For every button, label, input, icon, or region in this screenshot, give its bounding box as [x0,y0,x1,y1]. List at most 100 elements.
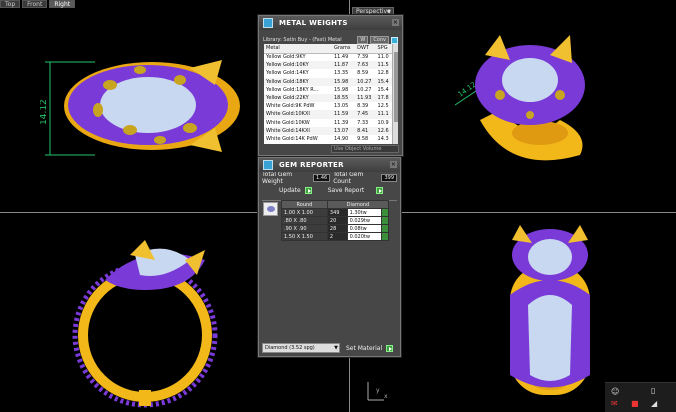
table-row[interactable]: White Gold:10KW 11.39 7.33 10.9 [264,119,392,127]
material-select-value: Diamond (3.52 spg) [265,345,315,351]
cell: .80 X .80 [281,216,328,225]
table-row[interactable]: White Gold:14KXI 13.07 8.41 12.6 [264,126,392,135]
col-grams[interactable]: Grams [331,44,356,54]
cell: 7.45 [355,110,376,119]
table-row[interactable]: .90 X .90 28 0.08tw [281,224,389,233]
cell: Yellow Gold:18KY [264,77,332,86]
axis-label-x: x [384,393,388,400]
table-row[interactable]: White Gold:9K PdW 13.05 8.39 12.5 [264,102,392,110]
table-row[interactable]: Yellow Gold:22KY 18.55 11.93 17.8 [264,93,392,103]
close-icon[interactable]: × [390,161,397,168]
cell: White Gold:10KXI [264,110,332,119]
table-row[interactable]: .80 X .80 20 0.029tw [281,216,389,225]
gem-reporter-titlebar[interactable]: GEM REPORTER × [259,158,400,172]
tab-front[interactable]: Front [22,0,48,8]
cell: 13.35 [333,70,349,77]
close-icon[interactable]: × [392,19,399,26]
metal-weights-titlebar[interactable]: METAL WEIGHTS × [259,16,402,30]
total-gem-count-value: 399 [381,174,397,182]
scrollbar-thumb[interactable] [394,52,398,122]
cell: White Gold:14KXI [264,126,332,135]
person-icon[interactable]: ☺ [611,387,619,396]
update-label: Update [279,186,301,194]
cell: 28 [326,224,348,233]
gem-shape-thumbnail[interactable] [263,202,278,216]
cell: 15.4 [375,77,392,86]
table-row[interactable]: 1.50 X 1.50 2 0.020tw [281,232,389,241]
ring-right-view[interactable] [490,225,610,405]
table-row[interactable]: 1.00 X 1.00 349 1.30tw [281,208,389,217]
gem-actions-row: Update Save Report [259,184,400,196]
table-row[interactable]: Yellow Gold:10KY 11.87 7.63 11.5 [264,61,392,70]
save-report-label: Save Report [327,186,365,194]
select-gem-button[interactable] [381,232,389,241]
table-row[interactable]: White Gold:10KXI 11.59 7.45 11.1 [264,110,392,119]
cell: 10.27 [357,86,372,93]
cell: 11.49 [333,54,349,61]
metal-weights-logo-icon [263,18,273,28]
cell: 7.33 [357,119,369,126]
material-select[interactable]: Diamond (3.52 spg) ▼ [262,343,340,353]
ring-perspective-view[interactable]: 14.12 [440,25,620,205]
use-object-volume-dropdown[interactable]: Use Object Volume [331,145,399,153]
cell: 8.39 [357,103,369,110]
axis-label-y: y [376,387,380,394]
cell: 10.9 [377,119,389,126]
material-row: Diamond (3.52 spg) ▼ Set Material [262,343,397,353]
cell: 0.020tw [346,232,383,241]
cell: 12.8 [377,70,389,77]
cell: 11.93 [355,93,376,103]
col-spg[interactable]: SPG [375,44,392,54]
table-row[interactable]: Yellow Gold:9KY 11.49 7.39 11.0 [264,53,392,61]
table-row[interactable]: Yellow Gold:14KY 13.35 8.59 12.8 [264,69,392,77]
mail-icon[interactable]: ✉ [611,399,618,408]
update-button[interactable] [304,186,312,194]
total-gem-weight-value: 1.46 [313,174,331,182]
library-label: Library: Satin Buy - (Fast) Metal [263,37,342,43]
cell: 1.50 X 1.50 [281,232,328,241]
ring-top-view[interactable]: 14.12 [40,40,240,165]
metal-weights-panel: METAL WEIGHTS × Library: Satin Buy - (Fa… [258,15,403,156]
notification-icon[interactable]: ■ [631,399,639,408]
tab-right[interactable]: Right [49,0,76,8]
info-icon[interactable] [391,36,398,44]
cell: 14.3 [377,135,389,142]
table-row[interactable]: White Gold:14K PdW 14.90 9.58 14.3 [264,135,392,143]
table-row[interactable]: Yellow Gold:18KY 15.98 10.27 15.4 [264,77,392,86]
table-row[interactable]: Yellow Gold:18KY R... 15.98 10.27 15.4 [264,86,392,94]
metal-weights-scrollbar[interactable] [392,44,398,144]
save-report-button[interactable] [376,186,384,194]
cell: 12.5 [377,103,389,110]
ring-front-view[interactable] [65,235,225,410]
tab-top[interactable]: Top [0,0,21,8]
cell: 8.41 [355,126,376,135]
cell: 15.4 [377,86,389,93]
col-metal[interactable]: Metal [264,44,332,54]
gem-table: Round Diamond 1.00 X 1.00 349 1.30tw .80 X… [281,200,390,241]
select-gem-button[interactable] [381,216,389,225]
cell: .90 X .90 [281,224,328,233]
col-diamond: Diamond [326,200,390,209]
cell: White Gold:10KW [266,119,310,126]
arrow-icon[interactable]: ◢ [651,399,657,408]
select-gem-button[interactable] [381,208,389,217]
dimension-label: 14.12 [40,99,49,125]
cell: Yellow Gold:18KY R... [266,86,319,93]
cell: 11.87 [331,61,356,70]
cell: 14.90 [333,135,349,142]
cell: 13.05 [333,103,349,110]
document-icon[interactable]: ▯ [651,386,655,395]
cell: 7.39 [357,54,369,61]
gem-reporter-title: GEM REPORTER [279,161,344,169]
cell: 15.98 [331,77,356,86]
cell: 11.1 [375,110,392,119]
gem-reporter-logo-icon [263,160,273,170]
total-gem-weight-label: Total Gem Weight [262,171,293,185]
perspective-label: Perspective [356,8,391,15]
w-button[interactable]: W [357,36,369,44]
set-material-button[interactable] [386,344,394,352]
col-dwt[interactable]: DWT [355,44,376,54]
metal-weights-title: METAL WEIGHTS [279,19,348,27]
select-gem-button[interactable] [381,224,389,233]
conv-button[interactable]: Conv [370,36,389,44]
